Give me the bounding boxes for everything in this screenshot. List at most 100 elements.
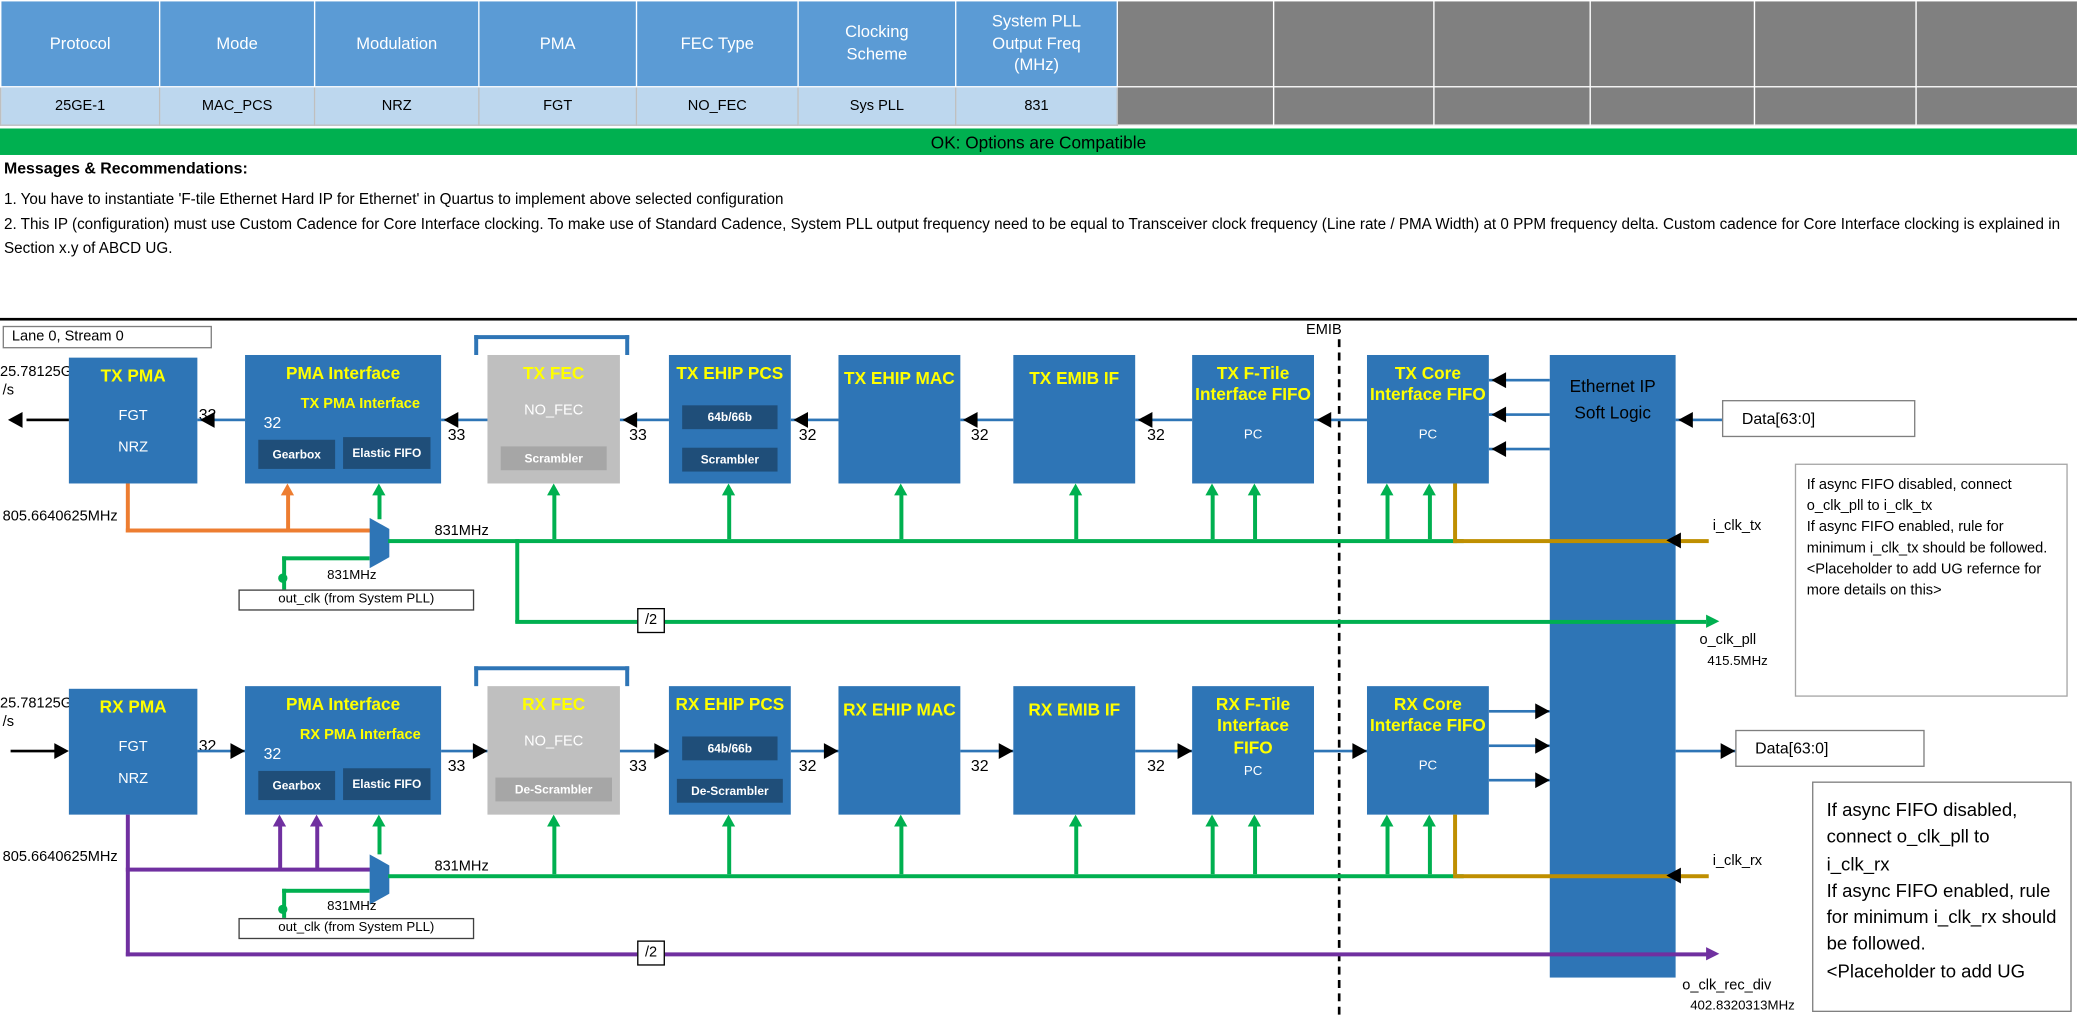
tx-pma-interface-title: PMA Interface xyxy=(245,355,441,384)
tx-gearbox-subblock: Gearbox xyxy=(258,440,335,469)
tx-clock-stub xyxy=(727,494,731,539)
rx-clock-stub xyxy=(727,825,731,874)
rx-pma-clock-line xyxy=(126,815,130,957)
cell-empty xyxy=(1754,87,1916,125)
tx-831-clock-line xyxy=(388,539,1464,543)
rx-64b66b-subblock: 64b/66b xyxy=(682,736,777,760)
tx-line-rate-unit: /s xyxy=(3,383,14,399)
rx-softlogic-arrow-icon xyxy=(1535,703,1550,719)
tx-fec-block: TX FEC NO_FEC Scrambler xyxy=(487,355,619,483)
rx-pma-interface-title: PMA Interface xyxy=(245,686,441,715)
tx-mux-clock-label: 831MHz xyxy=(327,568,376,583)
header-syspll-freq: System PLL Output Freq (MHz) xyxy=(956,1,1118,87)
tx-pma-interface-subtitle: TX PMA Interface xyxy=(245,384,441,414)
tx-mux-out-line xyxy=(378,494,382,519)
tx-pma-title: TX PMA xyxy=(69,358,197,387)
tx-ehip-pcs-block: TX EHIP PCS 64b/66b Scrambler xyxy=(669,355,791,483)
tx-clock-stub xyxy=(552,494,556,539)
rx-fec-title: RX FEC xyxy=(487,686,619,715)
rx-831-clock-label: 831MHz xyxy=(434,858,488,874)
header-clocking-scheme: Clocking Scheme xyxy=(798,1,956,87)
rx-recdiv-freq: 402.8320313MHz xyxy=(1690,999,1795,1014)
rx-link-arrow-icon xyxy=(824,743,839,759)
rx-ehip-mac-block: RX EHIP MAC xyxy=(838,686,960,814)
rx-pma-interface-block: PMA Interface RX PMA Interface 32 Gearbo… xyxy=(245,686,441,814)
rx-gearbox-subblock: Gearbox xyxy=(258,771,335,800)
emib-divider-line xyxy=(1338,326,1341,1015)
rx-data-box: Data[63:0] xyxy=(1735,730,1924,767)
tx-link-arrow-icon xyxy=(793,412,808,428)
cell-syspll-freq[interactable]: 831 xyxy=(956,87,1118,125)
tx-831-clock-label: 831MHz xyxy=(434,523,488,539)
rx-clock-stub xyxy=(552,825,556,874)
rx-core-fifo-pc: PC xyxy=(1367,758,1489,773)
rx-core-fifo-title: RX Core Interface FIFO xyxy=(1367,686,1489,737)
rx-mux-clock-label: 831MHz xyxy=(327,899,376,914)
header-empty xyxy=(1590,1,1754,87)
rx-pma-interface-width: 32 xyxy=(264,744,282,763)
rx-serial-arrow-icon xyxy=(54,743,69,759)
rx-data-arrow-icon xyxy=(1721,743,1736,759)
tx-fec-bypass-line xyxy=(625,335,629,355)
rx-831-clock-line xyxy=(388,874,1464,878)
message-item-2: 2. This IP (configuration) must use Cust… xyxy=(4,213,2068,262)
tx-iclk-arrow-icon xyxy=(1666,532,1681,548)
lane-label-box: Lane 0, Stream 0 xyxy=(3,326,212,349)
tx-serial-arrow-icon xyxy=(8,412,23,428)
tx-pma-fgt: FGT xyxy=(69,408,197,424)
cell-empty xyxy=(1274,87,1434,125)
page: Protocol Mode Modulation PMA FEC Type Cl… xyxy=(0,0,2077,1015)
cell-mode[interactable]: MAC_PCS xyxy=(160,87,315,125)
header-empty xyxy=(1434,1,1590,87)
emib-label: EMIB xyxy=(1303,322,1344,338)
tx-softlogic-arrow-icon xyxy=(1491,372,1506,388)
tx-ehip-mac-block: TX EHIP MAC xyxy=(838,355,960,483)
rx-recdiv-arrow-icon xyxy=(1706,947,1719,960)
rx-pma-interface-subtitle: RX PMA Interface xyxy=(245,716,441,746)
rx-clock-stub xyxy=(1253,825,1257,874)
rx-fec-bypass-line xyxy=(625,666,629,686)
cell-empty xyxy=(1117,87,1273,125)
tx-clock-stub xyxy=(1428,494,1432,539)
header-empty xyxy=(1754,1,1916,87)
header-empty xyxy=(1274,1,1434,87)
cell-empty xyxy=(1590,87,1754,125)
rx-clock-stub xyxy=(1211,825,1215,874)
tx-syspll-junction-dot xyxy=(278,574,287,583)
rx-async-fifo-note: If async FIFO disabled, connect o_clk_pl… xyxy=(1812,782,2072,1012)
tx-clock-mux xyxy=(370,518,390,568)
tx-div2-branch-line xyxy=(515,539,519,622)
tx-clock-stub xyxy=(1211,494,1215,539)
tx-core-fifo-pc: PC xyxy=(1367,427,1489,442)
tx-link-arrow-icon xyxy=(200,412,215,428)
table-header-row: Protocol Mode Modulation PMA FEC Type Cl… xyxy=(1,1,2077,87)
rx-emib-if-title: RX EMIB IF xyxy=(1013,686,1135,721)
tx-softlogic-arrow-icon xyxy=(1491,441,1506,457)
rx-core-fifo-block: RX Core Interface FIFO PC xyxy=(1367,686,1489,814)
rx-clock-stub xyxy=(1386,825,1390,874)
tx-serial-line xyxy=(26,419,68,422)
header-mode: Mode xyxy=(160,1,315,87)
rx-recdiv-line xyxy=(126,952,1708,956)
rx-clock-stub xyxy=(899,825,903,874)
tx-iclk-label: i_clk_tx xyxy=(1713,518,1762,534)
tx-width-32d: 32 xyxy=(1147,425,1165,444)
cell-pma[interactable]: FGT xyxy=(479,87,637,125)
cell-fec-type[interactable]: NO_FEC xyxy=(636,87,798,125)
cell-clocking-scheme[interactable]: Sys PLL xyxy=(798,87,956,125)
cell-modulation[interactable]: NRZ xyxy=(315,87,479,125)
rx-iclk-line xyxy=(1453,815,1457,875)
rx-descrambler-subblock: De-Scrambler xyxy=(495,778,612,802)
tx-width-33b: 33 xyxy=(629,425,647,444)
rx-ftile-fifo-pc: PC xyxy=(1192,764,1314,779)
rx-ehip-pcs-block: RX EHIP PCS 64b/66b De-Scrambler xyxy=(669,686,791,814)
rx-width-32d: 32 xyxy=(1147,756,1165,775)
rx-fec-bypass-line xyxy=(474,666,629,670)
tx-clock-stub xyxy=(1386,494,1390,539)
diagram-top-border xyxy=(0,318,2077,321)
cell-protocol[interactable]: 25GE-1 xyxy=(1,87,160,125)
cell-empty xyxy=(1434,87,1590,125)
tx-width-32b: 32 xyxy=(799,425,817,444)
tx-pma-clock-line xyxy=(126,483,130,532)
rx-iclk-label: i_clk_rx xyxy=(1713,853,1762,869)
